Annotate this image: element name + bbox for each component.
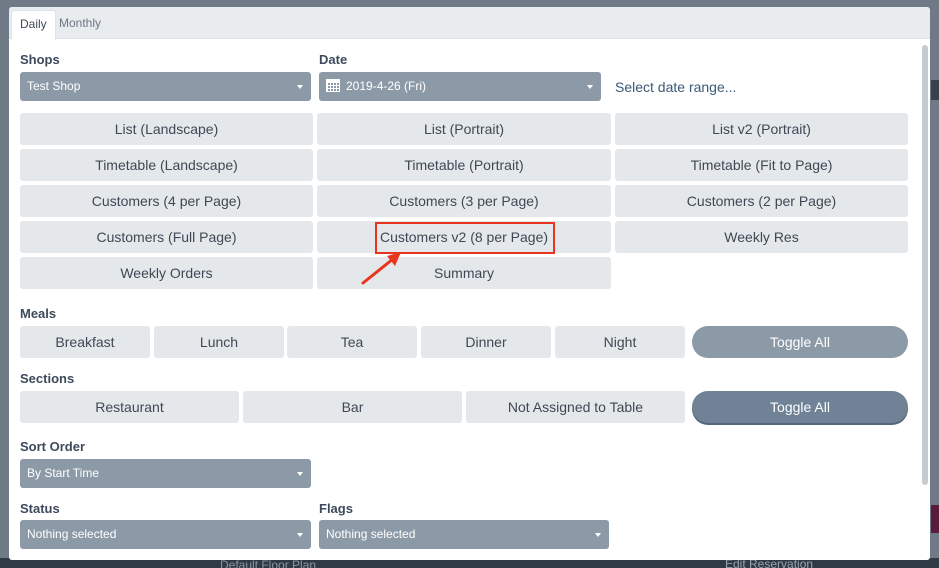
print-reports-modal: Daily Monthly Shops Test Shop Date 2019-…	[9, 7, 930, 560]
date-select-value: 2019-4-26 (Fri)	[346, 79, 427, 93]
report-customers-2-button[interactable]: Customers (2 per Page)	[615, 185, 908, 217]
report-weekly-res-button[interactable]: Weekly Res	[615, 221, 908, 253]
scrollbar[interactable]	[922, 45, 928, 485]
date-select[interactable]: 2019-4-26 (Fri)	[319, 72, 601, 101]
meal-breakfast-button[interactable]: Breakfast	[20, 326, 150, 358]
sort-order-select[interactable]: By Start Time	[20, 459, 311, 488]
status-select-value: Nothing selected	[27, 527, 117, 541]
flags-select[interactable]: Nothing selected	[319, 520, 609, 549]
meal-lunch-button[interactable]: Lunch	[154, 326, 284, 358]
flags-select-value: Nothing selected	[326, 527, 416, 541]
meal-tea-button[interactable]: Tea	[287, 326, 417, 358]
select-date-range-link[interactable]: Select date range...	[615, 79, 736, 95]
chevron-down-icon	[297, 85, 303, 89]
shops-select-value: Test Shop	[27, 79, 81, 93]
background-panel-edge	[931, 80, 939, 100]
shops-select[interactable]: Test Shop	[20, 72, 311, 101]
status-label: Status	[20, 501, 60, 516]
sections-label: Sections	[20, 371, 75, 386]
report-list-landscape-button[interactable]: List (Landscape)	[20, 113, 313, 145]
meal-dinner-button[interactable]: Dinner	[421, 326, 551, 358]
report-list-v2-portrait-button[interactable]: List v2 (Portrait)	[615, 113, 908, 145]
background-panel-edge-accent	[931, 505, 939, 533]
meals-label: Meals	[20, 306, 57, 321]
flags-label: Flags	[319, 501, 353, 516]
chevron-down-icon	[595, 533, 601, 537]
report-timetable-landscape-button[interactable]: Timetable (Landscape)	[20, 149, 313, 181]
sort-order-label: Sort Order	[20, 439, 86, 454]
report-weekly-orders-button[interactable]: Weekly Orders	[20, 257, 313, 289]
report-timetable-fit-button[interactable]: Timetable (Fit to Page)	[615, 149, 908, 181]
report-list-portrait-button[interactable]: List (Portrait)	[317, 113, 611, 145]
tab-daily[interactable]: Daily	[11, 10, 56, 40]
sections-toggle-all-button[interactable]: Toggle All	[692, 391, 908, 423]
meal-night-button[interactable]: Night	[555, 326, 685, 358]
shops-label: Shops	[20, 52, 60, 67]
report-customers-3-button[interactable]: Customers (3 per Page)	[317, 185, 611, 217]
calendar-icon	[326, 79, 340, 93]
sort-order-select-value: By Start Time	[27, 466, 100, 480]
status-select[interactable]: Nothing selected	[20, 520, 311, 549]
tab-monthly[interactable]: Monthly	[51, 10, 109, 40]
section-not-assigned-button[interactable]: Not Assigned to Table	[466, 391, 685, 423]
report-customers-full-button[interactable]: Customers (Full Page)	[20, 221, 313, 253]
chevron-down-icon	[587, 85, 593, 89]
annotation-arrow-icon	[361, 252, 401, 285]
tab-bar: Daily Monthly	[9, 7, 930, 40]
section-bar-button[interactable]: Bar	[243, 391, 462, 423]
date-label: Date	[319, 52, 348, 67]
section-restaurant-button[interactable]: Restaurant	[20, 391, 239, 423]
chevron-down-icon	[297, 472, 303, 476]
chevron-down-icon	[297, 533, 303, 537]
meals-toggle-all-button[interactable]: Toggle All	[692, 326, 908, 358]
report-timetable-portrait-button[interactable]: Timetable (Portrait)	[317, 149, 611, 181]
report-customers-4-button[interactable]: Customers (4 per Page)	[20, 185, 313, 217]
